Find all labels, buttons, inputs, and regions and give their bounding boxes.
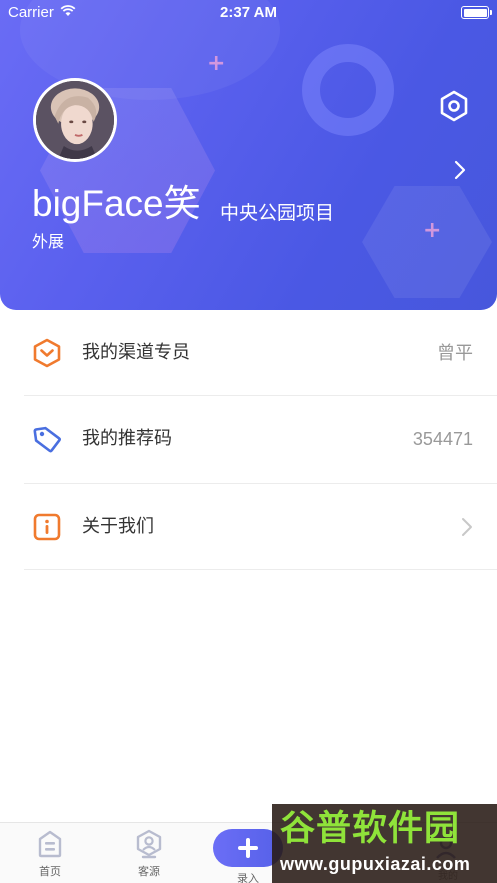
- home-icon: [38, 830, 62, 858]
- decor-ring: [302, 44, 394, 136]
- info-icon: [33, 513, 61, 541]
- menu-item-channel-specialist[interactable]: 我的渠道专员 曾平: [24, 310, 497, 396]
- tab-home[interactable]: 首页: [15, 829, 85, 879]
- chevron-right-icon[interactable]: [452, 160, 468, 180]
- decor-plus-icon: +: [207, 51, 226, 76]
- menu-item-about-us[interactable]: 关于我们: [24, 484, 497, 570]
- menu-item-label: 我的渠道专员: [82, 342, 190, 363]
- menu-item-label: 我的推荐码: [82, 428, 172, 449]
- chevron-right-icon: [462, 518, 472, 536]
- status-bar: Carrier 2:37 AM: [0, 0, 497, 26]
- watermark-title: 谷普软件园: [280, 809, 461, 849]
- portrait-image: [36, 81, 114, 159]
- menu-item-referral-code[interactable]: 我的推荐码 354471: [24, 396, 497, 484]
- profile-header: + + Carrier 2:37 AM bigFace笑 中央公园项目 外展: [0, 0, 497, 310]
- menu-item-value: 354471: [412, 429, 473, 449]
- tab-clients[interactable]: 客源: [114, 829, 184, 879]
- tag-icon: [33, 426, 61, 453]
- menu-item-value: 曾平: [437, 343, 473, 363]
- username: bigFace笑: [32, 183, 201, 224]
- menu-item-label: 关于我们: [82, 516, 154, 537]
- hexagon-badge-icon: [33, 338, 61, 368]
- decor-plus-icon: +: [423, 218, 442, 243]
- battery-icon: [461, 6, 492, 19]
- settings-icon[interactable]: [438, 90, 470, 122]
- tab-label: 客源: [138, 865, 160, 878]
- user-hexagon-icon: [136, 829, 162, 859]
- tab-label: 首页: [39, 865, 61, 878]
- watermark-url: www.gupuxiazai.com: [280, 854, 471, 874]
- avatar[interactable]: [33, 78, 117, 162]
- clock: 2:37 AM: [220, 4, 277, 21]
- menu-list: 我的渠道专员 曾平 我的推荐码 354471 关于我们: [24, 310, 497, 570]
- user-role: 外展: [32, 232, 65, 251]
- site-watermark: 谷普软件园 www.gupuxiazai.com: [272, 804, 497, 883]
- project-name: 中央公园项目: [220, 202, 335, 224]
